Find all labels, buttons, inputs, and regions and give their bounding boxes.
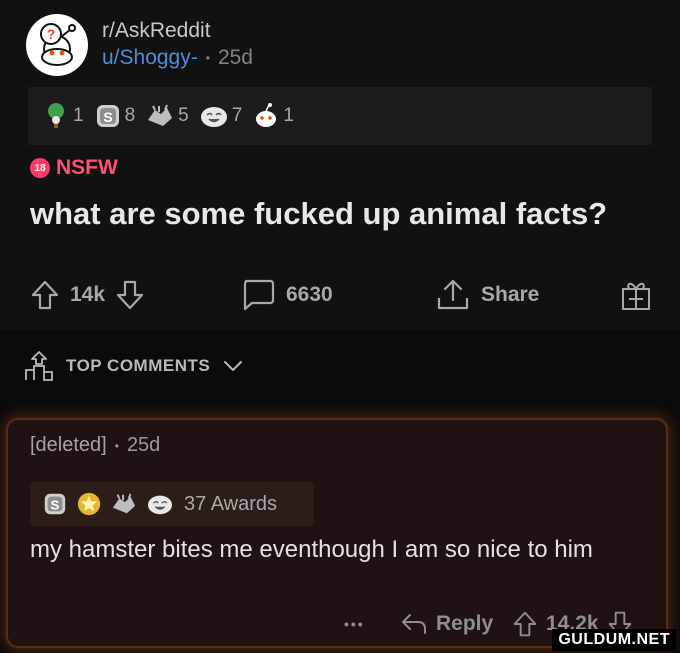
comment-meta-separator: • — [114, 438, 119, 453]
upvote-arrow-icon[interactable] — [30, 279, 60, 311]
comment-awards-bar[interactable]: S 37 Awards — [30, 482, 314, 526]
award-item: S 8 — [94, 102, 136, 130]
wholesome-award-icon — [112, 493, 136, 514]
award-count: 5 — [178, 105, 189, 126]
snoo-award-icon — [256, 103, 277, 127]
award-item: 5 — [145, 102, 189, 130]
award-item: 1 — [42, 102, 84, 130]
comment-awards-count: 37 Awards — [184, 492, 278, 515]
reply-arrow-icon — [402, 614, 426, 634]
silver-award-icon: S — [44, 493, 66, 515]
svg-text:S: S — [51, 498, 60, 513]
post-age: 25d — [217, 46, 253, 69]
comment-age: 25d — [126, 434, 161, 456]
tree-hugger-award-icon — [48, 103, 64, 128]
award-count: 1 — [73, 105, 84, 126]
post-awards-bar[interactable]: 1 S 8 5 7 1 — [28, 87, 652, 145]
subreddit-name[interactable]: r/AskReddit — [102, 18, 253, 44]
comment-card: [deleted] • 25d S 37 Awards my hamster b… — [6, 418, 668, 648]
upvote-arrow-icon[interactable] — [512, 610, 538, 638]
comments-button[interactable]: 6630 — [240, 270, 333, 320]
reply-button[interactable]: Reply — [400, 606, 493, 642]
post-score: 14k — [70, 283, 106, 306]
post-byline: u/Shoggy- • 25d — [102, 44, 253, 72]
share-button[interactable]: Share — [435, 270, 539, 320]
post-author[interactable]: u/Shoggy- — [102, 44, 198, 72]
svg-text:?: ? — [47, 26, 56, 42]
watermark: GULDUM.NET — [552, 629, 676, 651]
nsfw-18-icon: 18 — [30, 158, 50, 178]
comment-count: 6630 — [286, 283, 333, 306]
reply-label: Reply — [436, 612, 494, 635]
award-item: 1 — [252, 102, 294, 130]
nsfw-label: NSFW — [56, 156, 118, 179]
comment-sort-selector[interactable]: TOP COMMENTS — [24, 350, 244, 382]
askreddit-snoo-icon: ? — [40, 23, 76, 66]
give-award-button[interactable] — [618, 270, 654, 320]
award-item: 7 — [199, 102, 243, 130]
share-label: Share — [481, 283, 540, 306]
comment-meta: [deleted] • 25d — [30, 434, 160, 457]
svg-text:S: S — [103, 109, 112, 125]
chevron-down-icon — [224, 361, 243, 371]
award-count: 7 — [231, 105, 243, 126]
top-comments-podium-icon — [25, 351, 53, 381]
award-count: 1 — [283, 105, 294, 126]
comment-bubble-icon — [243, 279, 275, 311]
wholesome-award-icon — [148, 104, 173, 126]
post-action-bar: 14k 6630 Share — [0, 270, 680, 320]
post-header: ? r/AskReddit u/Shoggy- • 25d — [26, 14, 253, 76]
share-upload-icon — [437, 279, 469, 310]
post-card: ? r/AskReddit u/Shoggy- • 25d 1 S 8 5 7 … — [0, 0, 680, 330]
comment-author[interactable]: [deleted] — [30, 434, 107, 457]
nsfw-tag: 18 NSFW — [30, 156, 118, 180]
more-options-button[interactable]: ••• — [344, 606, 365, 642]
downvote-arrow-icon[interactable] — [115, 279, 145, 311]
post-meta: r/AskReddit u/Shoggy- • 25d — [102, 18, 253, 72]
byline-separator: • — [205, 51, 210, 65]
silver-award-icon: S — [96, 105, 119, 127]
post-title[interactable]: what are some fucked up animal facts? — [30, 196, 607, 232]
comment-body: my hamster bites me eventhough I am so n… — [30, 536, 593, 563]
gold-award-icon — [77, 492, 101, 516]
laughing-award-icon — [200, 107, 227, 127]
award-count: 8 — [124, 105, 136, 126]
sort-label: TOP COMMENTS — [66, 356, 211, 375]
vote-group: 14k — [30, 270, 145, 320]
gift-icon — [622, 282, 650, 310]
laughing-award-icon — [147, 495, 173, 515]
subreddit-avatar[interactable]: ? — [26, 14, 88, 76]
